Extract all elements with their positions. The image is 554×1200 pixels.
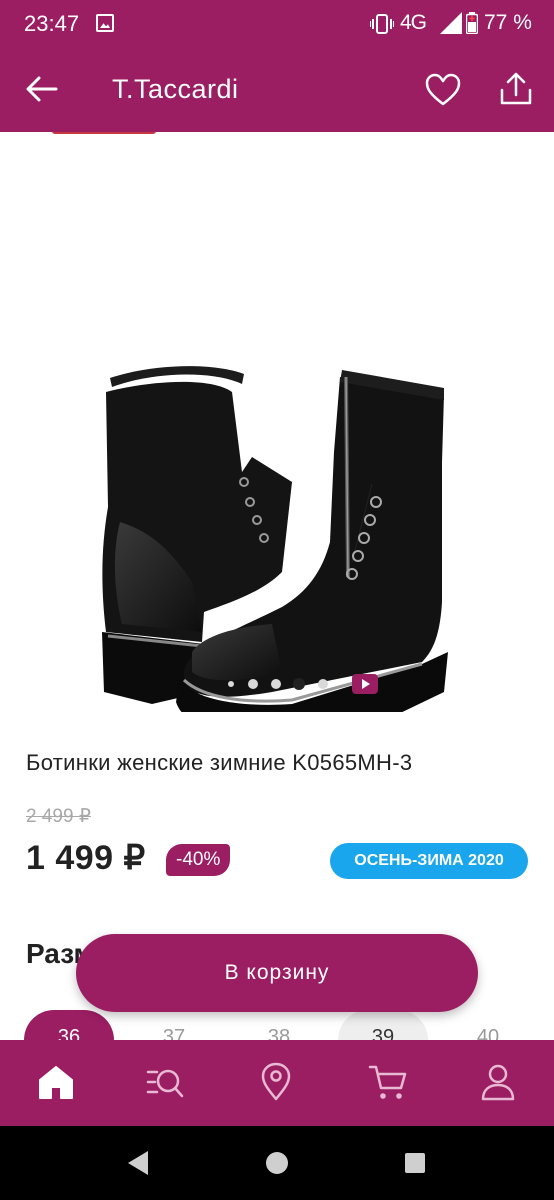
bottom-tab-bar — [0, 1040, 554, 1126]
old-price: 2 499 ₽ — [26, 806, 91, 827]
current-price: 1 499 ₽ — [26, 839, 146, 877]
battery-icon — [466, 12, 478, 34]
app-bar: T.Taccardi — [0, 56, 554, 124]
network-type: 4G — [400, 11, 427, 34]
app-title: T.Taccardi — [112, 74, 239, 104]
video-play-icon[interactable] — [352, 674, 378, 694]
system-nav-bar — [0, 1126, 554, 1200]
gallery-dot[interactable] — [271, 679, 281, 689]
gallery-dot-active[interactable] — [293, 678, 305, 690]
gallery-dot[interactable] — [248, 679, 258, 689]
battery-percent: 77 % — [484, 11, 532, 34]
gallery-dot[interactable] — [318, 679, 328, 689]
brand-logo-fragment — [52, 132, 156, 134]
header: 23:47 4G 77 % T.Taccardi — [0, 0, 554, 132]
home-icon[interactable] — [36, 1062, 76, 1102]
product-name: Ботинки женские зимние K0565MH-3 — [26, 750, 413, 775]
gallery-pagination — [0, 672, 554, 696]
system-back-icon[interactable] — [128, 1151, 148, 1175]
product-image — [102, 366, 448, 712]
product-image-gallery[interactable] — [0, 132, 554, 712]
status-bar: 23:47 4G 77 % — [0, 0, 554, 50]
product-screen: 23:47 4G 77 % T.Taccardi Ботинки женские… — [0, 0, 554, 1200]
back-arrow-icon[interactable] — [24, 72, 58, 106]
share-icon[interactable] — [496, 70, 536, 108]
add-to-cart-button[interactable]: В корзину — [76, 934, 478, 1012]
discount-badge: -40% — [166, 844, 231, 876]
image-notification-icon — [96, 14, 114, 32]
gallery-dot[interactable] — [228, 681, 234, 687]
season-badge: ОСЕНЬ-ЗИМА 2020 — [330, 843, 528, 879]
signal-icon — [440, 12, 462, 34]
cart-icon[interactable] — [368, 1062, 408, 1102]
vibrate-icon — [370, 14, 394, 34]
system-recents-icon[interactable] — [405, 1153, 425, 1173]
status-time: 23:47 — [24, 11, 80, 36]
system-home-icon[interactable] — [266, 1152, 288, 1174]
location-icon[interactable] — [256, 1062, 296, 1102]
heart-icon[interactable] — [424, 72, 462, 108]
search-catalog-icon[interactable] — [145, 1062, 185, 1102]
profile-icon[interactable] — [478, 1062, 518, 1102]
